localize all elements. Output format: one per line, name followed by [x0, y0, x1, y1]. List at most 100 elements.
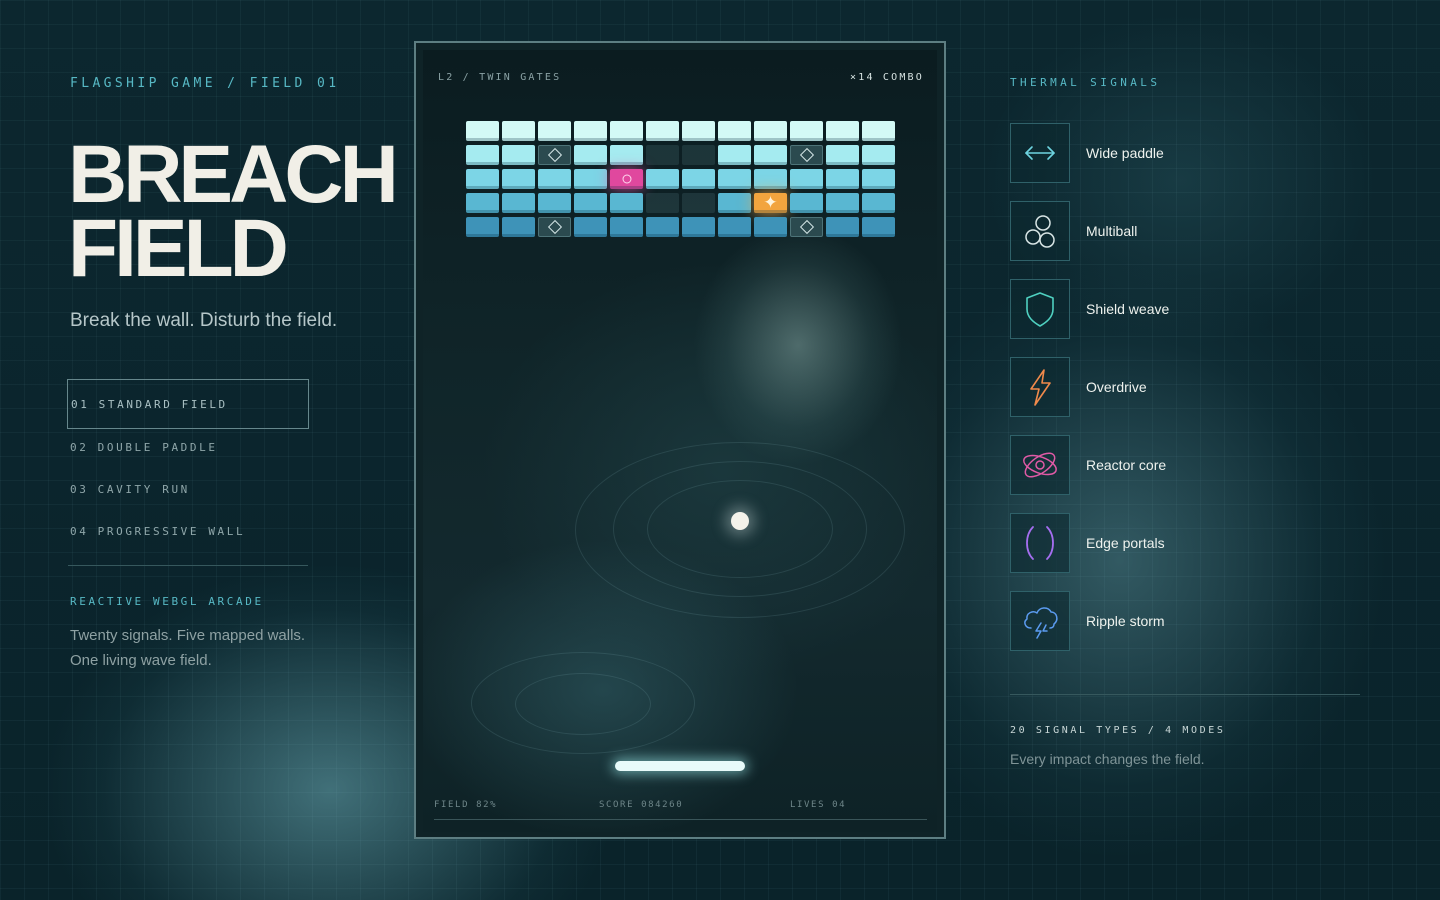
star-icon: ✦ — [763, 193, 778, 213]
atom-icon — [1010, 435, 1070, 495]
armored-brick — [790, 217, 823, 237]
level-label: L2 / TWIN GATES — [438, 72, 562, 83]
ring-icon — [622, 174, 631, 184]
storm-cloud-icon — [1010, 591, 1070, 651]
signal-edge-portals[interactable]: Edge portals — [1010, 513, 1310, 573]
shield-icon — [1010, 279, 1070, 339]
brick — [826, 169, 859, 189]
ripple-ring — [515, 673, 651, 735]
brick — [574, 145, 607, 165]
right-divider — [1010, 694, 1360, 695]
description-line-2: One living wave field. — [70, 652, 212, 669]
brick — [826, 121, 859, 141]
signal-shield-weave[interactable]: Shield weave — [1010, 279, 1310, 339]
signal-label: Multiball — [1086, 223, 1138, 239]
left-divider — [68, 565, 308, 566]
brick — [862, 145, 895, 165]
brick-slot-empty — [682, 145, 715, 165]
brick-slot-empty — [682, 193, 715, 213]
brick — [502, 217, 535, 237]
brick — [790, 121, 823, 141]
signal-wide-paddle[interactable]: Wide paddle — [1010, 123, 1310, 183]
lightning-icon — [1010, 357, 1070, 417]
diamond-icon — [547, 147, 562, 163]
signal-reactor-core[interactable]: Reactor core — [1010, 435, 1310, 495]
brick — [538, 193, 571, 213]
brick — [718, 145, 751, 165]
mode-double-paddle[interactable]: 02 DOUBLE PADDLE — [67, 423, 309, 471]
signal-ripple-storm[interactable]: Ripple storm — [1010, 591, 1310, 651]
game-frame: L2 / TWIN GATES ×14 COMBO ✦ FIELD 82% SC… — [414, 41, 946, 839]
paddle[interactable] — [615, 761, 745, 771]
brick — [466, 169, 499, 189]
brick — [538, 121, 571, 141]
brick — [826, 217, 859, 237]
brick — [718, 193, 751, 213]
diamond-icon — [547, 219, 562, 235]
signal-label: Reactor core — [1086, 457, 1167, 473]
brick — [718, 121, 751, 141]
armored-brick — [538, 145, 571, 165]
brick — [466, 217, 499, 237]
signal-label: Overdrive — [1086, 379, 1147, 395]
powerup-brick-pink — [610, 169, 643, 189]
parentheses-icon — [1010, 513, 1070, 573]
brick — [574, 121, 607, 141]
brick — [610, 193, 643, 213]
brick — [646, 217, 679, 237]
description: Twenty signals. Five mapped walls. One l… — [70, 623, 330, 673]
signal-label: Wide paddle — [1086, 145, 1164, 161]
brick — [862, 169, 895, 189]
brick — [574, 193, 607, 213]
title-line-1: BREACH — [68, 129, 399, 220]
brick — [646, 121, 679, 141]
brick — [754, 169, 787, 189]
brick — [754, 145, 787, 165]
brick-slot-empty — [646, 193, 679, 213]
brick — [646, 169, 679, 189]
brick — [610, 121, 643, 141]
brick — [790, 193, 823, 213]
brick — [574, 217, 607, 237]
brick — [610, 217, 643, 237]
brick — [826, 193, 859, 213]
mode-list: 01 STANDARD FIELD 02 DOUBLE PADDLE 03 CA… — [67, 379, 309, 555]
brick — [682, 169, 715, 189]
brick — [502, 169, 535, 189]
page-title: BREACH FIELD — [68, 129, 399, 294]
diamond-icon — [799, 219, 814, 235]
signal-overdrive[interactable]: Overdrive — [1010, 357, 1310, 417]
signal-types-summary: 20 SIGNAL TYPES / 4 MODES — [1010, 725, 1226, 736]
powerup-brick-orange: ✦ — [754, 193, 787, 213]
brick — [862, 121, 895, 141]
field-readout: FIELD 82% — [434, 800, 498, 810]
mode-progressive-wall[interactable]: 04 PROGRESSIVE WALL — [67, 507, 309, 555]
brick — [718, 169, 751, 189]
brick — [466, 193, 499, 213]
subtitle: Break the wall. Disturb the field. — [70, 310, 338, 331]
signals-title: THERMAL SIGNALS — [1010, 76, 1161, 89]
title-line-2: FIELD — [68, 203, 289, 294]
score-readout: SCORE 084260 — [599, 800, 684, 810]
diamond-icon — [799, 147, 814, 163]
brick — [610, 145, 643, 165]
brick — [682, 121, 715, 141]
signal-label: Shield weave — [1086, 301, 1170, 317]
ball — [731, 512, 749, 530]
brick — [538, 169, 571, 189]
description-line-1: Twenty signals. Five mapped walls. — [70, 627, 306, 644]
brick — [862, 217, 895, 237]
brick — [502, 121, 535, 141]
brick — [574, 169, 607, 189]
signal-label: Edge portals — [1086, 535, 1165, 551]
arrows-horizontal-icon — [1010, 123, 1070, 183]
reactive-label: REACTIVE WEBGL ARCADE — [70, 595, 264, 608]
game-field[interactable]: L2 / TWIN GATES ×14 COMBO ✦ FIELD 82% SC… — [423, 50, 937, 832]
mode-standard-field[interactable]: 01 STANDARD FIELD — [67, 379, 309, 429]
multiball-icon — [1010, 201, 1070, 261]
signal-multiball[interactable]: Multiball — [1010, 201, 1310, 261]
brick — [718, 217, 751, 237]
mode-cavity-run[interactable]: 03 CAVITY RUN — [67, 465, 309, 513]
brick — [466, 145, 499, 165]
signal-label: Ripple storm — [1086, 613, 1165, 629]
